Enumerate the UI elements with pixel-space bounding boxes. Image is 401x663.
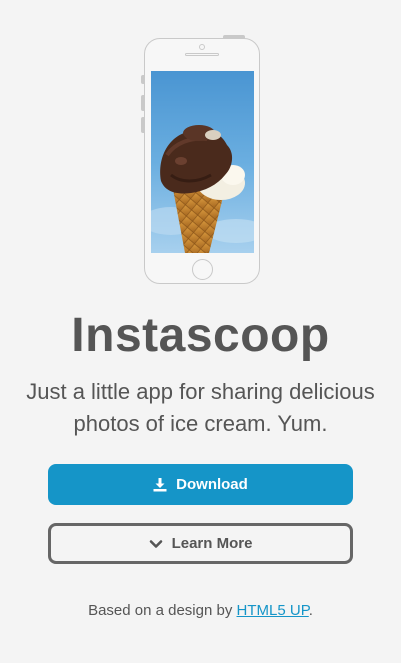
learn-more-button-label: Learn More <box>171 535 253 552</box>
phone-home-button <box>192 259 213 280</box>
landing-page: Instascoop Just a little app for sharing… <box>0 0 401 663</box>
app-tagline: Just a little app for sharing delicious … <box>26 379 375 436</box>
footer-credit: Based on a design by HTML5 UP. <box>0 602 401 619</box>
learn-more-button[interactable]: Learn More <box>48 523 353 564</box>
phone-volume-down-button <box>141 117 144 133</box>
ice-cream-photo <box>151 71 254 253</box>
phone-volume-up-button <box>141 95 144 111</box>
chevron-down-icon <box>149 537 163 551</box>
footer-credit-prefix: Based on a design by <box>88 602 237 619</box>
footer-credit-suffix: . <box>308 602 313 619</box>
download-button-label: Download <box>176 476 248 493</box>
phone-mockup <box>141 35 260 284</box>
download-icon <box>153 477 167 492</box>
html5up-link[interactable]: HTML5 UP <box>237 602 309 619</box>
app-title: Instascoop <box>71 309 330 362</box>
phone-power-button <box>223 35 245 38</box>
phone-screen-photo <box>151 71 254 253</box>
phone-mute-switch <box>141 75 144 84</box>
phone-speaker <box>185 53 219 56</box>
download-button[interactable]: Download <box>48 464 353 505</box>
phone-camera <box>199 44 205 50</box>
